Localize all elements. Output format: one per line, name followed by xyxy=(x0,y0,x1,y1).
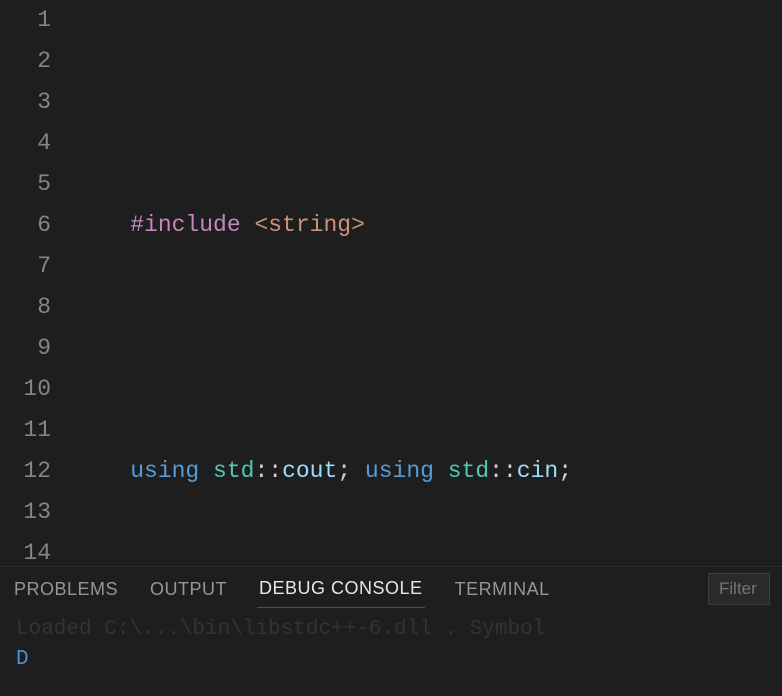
line-number: 13 xyxy=(0,492,51,533)
line-number: 11 xyxy=(0,410,51,451)
panel-tabs: PROBLEMS OUTPUT DEBUG CONSOLE TERMINAL xyxy=(0,567,782,611)
tab-output[interactable]: OUTPUT xyxy=(148,571,229,608)
line-number: 4 xyxy=(0,123,51,164)
tab-problems[interactable]: PROBLEMS xyxy=(12,571,120,608)
tab-debug-console[interactable]: DEBUG CONSOLE xyxy=(257,570,425,608)
line-number: 7 xyxy=(0,246,51,287)
code-line[interactable]: using std::cout; using std::cin; xyxy=(75,451,782,492)
line-number: 6 xyxy=(0,205,51,246)
code-content[interactable]: #include <string> using std::cout; using… xyxy=(75,0,782,566)
line-number: 9 xyxy=(0,328,51,369)
line-number-gutter: 1 2 3 4 5 6 7 8 9 10 11 12 13 14 xyxy=(0,0,75,566)
line-number: 1 xyxy=(0,0,51,41)
line-number: 5 xyxy=(0,164,51,205)
console-result: D xyxy=(16,645,766,675)
line-number: 14 xyxy=(0,533,51,566)
line-number: 12 xyxy=(0,451,51,492)
code-line[interactable] xyxy=(75,328,782,369)
line-number: 3 xyxy=(0,82,51,123)
tab-terminal[interactable]: TERMINAL xyxy=(453,571,552,608)
code-line[interactable] xyxy=(75,82,782,123)
code-line[interactable]: #include <string> xyxy=(75,205,782,246)
line-number: 2 xyxy=(0,41,51,82)
code-editor[interactable]: 1 2 3 4 5 6 7 8 9 10 11 12 13 14 #includ… xyxy=(0,0,782,566)
filter-input[interactable] xyxy=(708,573,770,605)
line-number: 8 xyxy=(0,287,51,328)
line-number: 10 xyxy=(0,369,51,410)
console-line: Loaded C:\...\bin\libstdc++-6.dll . Symb… xyxy=(16,615,766,645)
debug-console-output[interactable]: Loaded C:\...\bin\libstdc++-6.dll . Symb… xyxy=(0,611,782,679)
bottom-panel: PROBLEMS OUTPUT DEBUG CONSOLE TERMINAL L… xyxy=(0,566,782,696)
